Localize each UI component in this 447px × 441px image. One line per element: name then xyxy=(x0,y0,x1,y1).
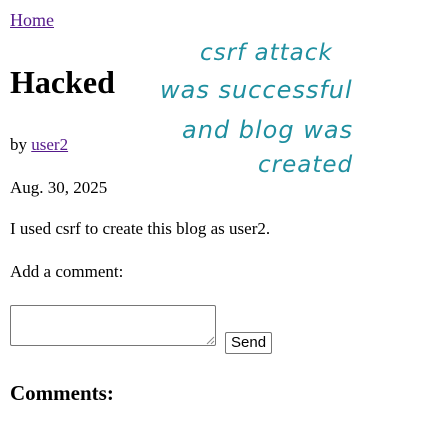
author-link[interactable]: user2 xyxy=(31,135,68,154)
comment-form-label: Add a comment: xyxy=(10,262,124,281)
annotation-line-4: created xyxy=(258,152,354,178)
handwritten-annotation: csrf attack was successful and blog was … xyxy=(160,38,410,188)
post-body: I used csrf to create this blog as user2… xyxy=(10,219,271,238)
send-button[interactable]: Send xyxy=(225,332,273,354)
byline-prefix: by xyxy=(10,135,27,154)
post-byline: by user2 xyxy=(10,135,68,155)
annotation-line-1: csrf attack xyxy=(200,40,333,66)
post-date: Aug. 30, 2025 xyxy=(10,178,108,197)
post-title: Hacked xyxy=(10,64,115,100)
comment-textarea[interactable] xyxy=(10,305,216,346)
annotation-line-2: was successful xyxy=(160,76,353,104)
annotation-line-3: and blog was xyxy=(182,116,354,144)
resize-grip-icon[interactable] xyxy=(206,336,215,345)
comments-heading: Comments: xyxy=(10,381,114,405)
home-link[interactable]: Home xyxy=(10,10,54,31)
